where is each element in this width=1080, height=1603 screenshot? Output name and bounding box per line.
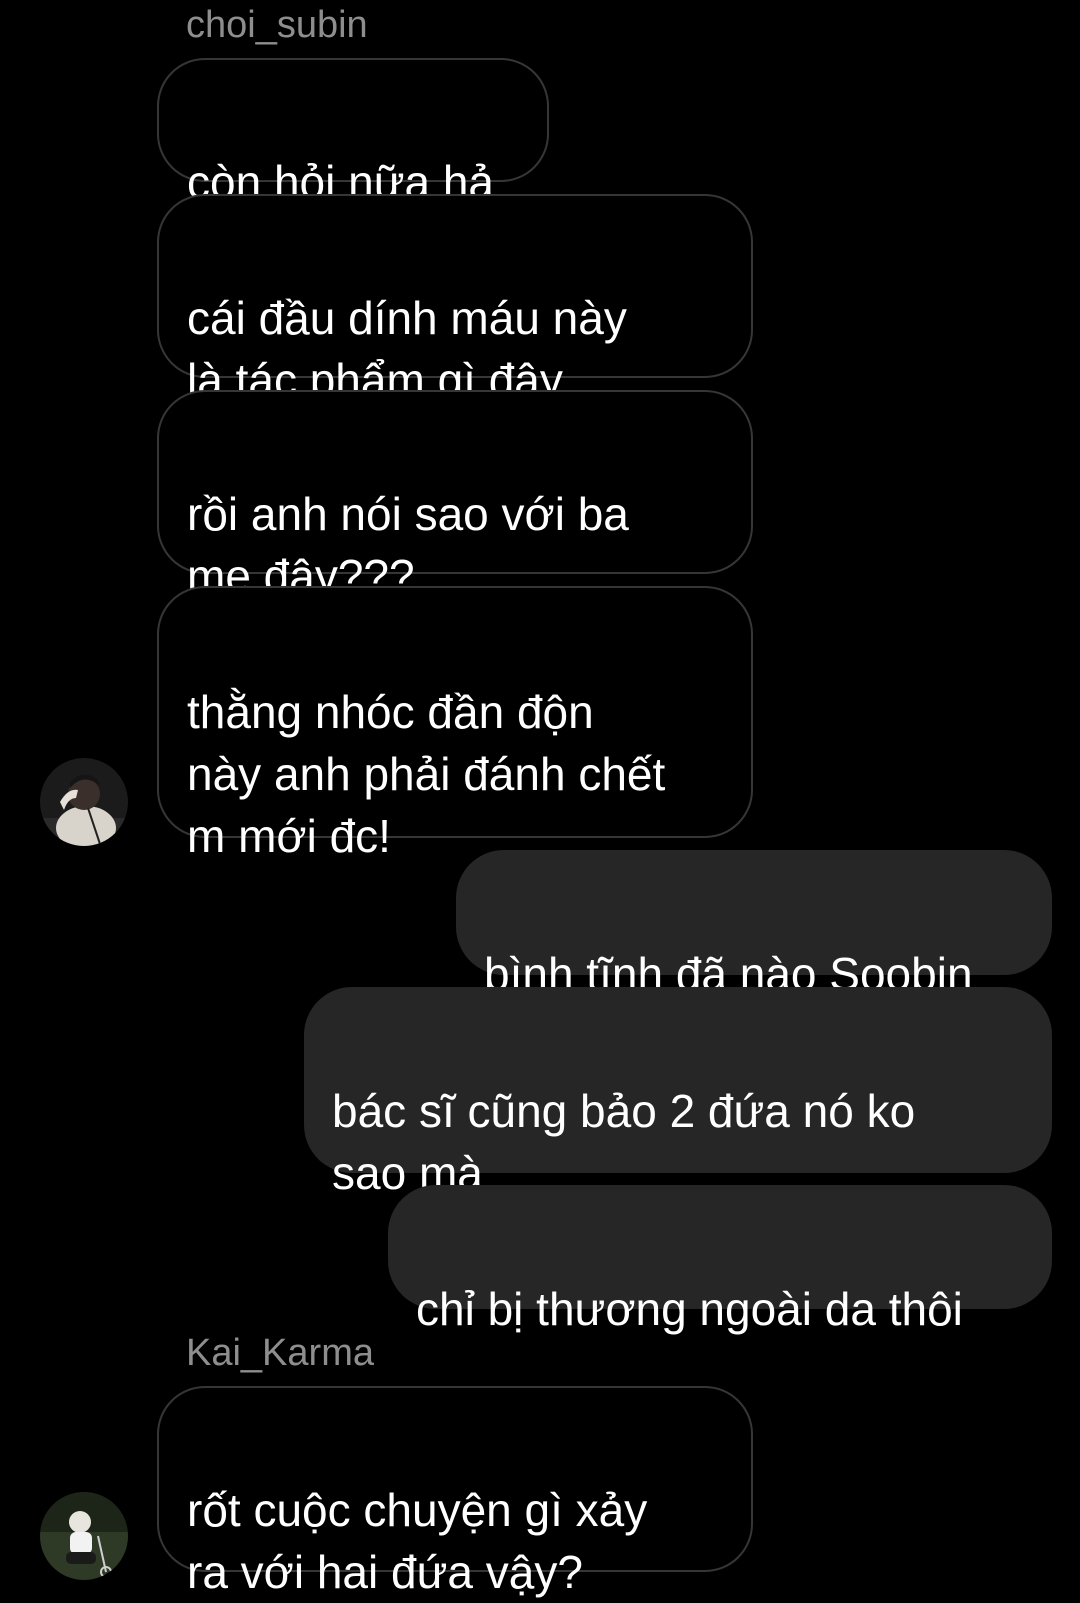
avatar-photo-icon	[40, 758, 128, 846]
avatar-choi-subin[interactable]	[40, 758, 128, 846]
message-bubble-outgoing[interactable]: bình tĩnh đã nào Soobin	[456, 850, 1052, 1000]
message-bubble-incoming[interactable]: còn hỏi nữa hả	[157, 58, 549, 208]
message-bubble-incoming[interactable]: cái đầu dính máu này là tác phẩm gì đây	[157, 194, 753, 406]
message-text: rồi anh nói sao với ba mẹ đây???	[187, 488, 629, 602]
message-bubble-outgoing[interactable]: chỉ bị thương ngoài da thôi	[388, 1185, 1052, 1335]
sender-name-kai-karma: Kai_Karma	[186, 1332, 374, 1374]
avatar-photo-icon	[40, 1492, 128, 1580]
message-text: cái đầu dính máu này là tác phẩm gì đây	[187, 292, 627, 406]
message-bubble-outgoing[interactable]: bác sĩ cũng bảo 2 đứa nó ko sao mà	[304, 987, 1052, 1199]
message-text: thằng nhóc đần độn này anh phải đánh chế…	[187, 686, 666, 862]
message-text: bác sĩ cũng bảo 2 đứa nó ko sao mà	[332, 1085, 916, 1199]
message-bubble-incoming[interactable]: rồi anh nói sao với ba mẹ đây???	[157, 390, 753, 602]
message-text: chỉ bị thương ngoài da thôi	[416, 1283, 963, 1335]
avatar-kai-karma[interactable]	[40, 1492, 128, 1580]
message-bubble-incoming[interactable]: thằng nhóc đần độn này anh phải đánh chế…	[157, 586, 753, 862]
sender-name-choi-subin: choi_subin	[186, 4, 368, 46]
message-text: rốt cuộc chuyện gì xảy ra với hai đứa vậ…	[187, 1484, 648, 1598]
message-bubble-incoming[interactable]: rốt cuộc chuyện gì xảy ra với hai đứa vậ…	[157, 1386, 753, 1598]
